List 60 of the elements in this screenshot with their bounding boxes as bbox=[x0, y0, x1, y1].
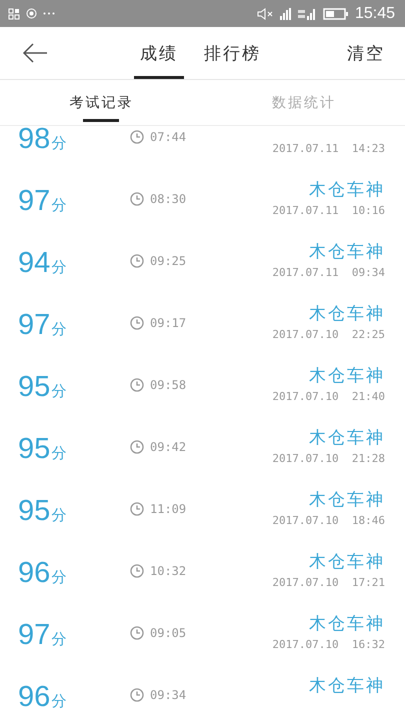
duration-text: 09:42 bbox=[150, 440, 186, 454]
score-text: 95分 bbox=[18, 494, 68, 528]
user-name: 木仓车神 bbox=[309, 489, 385, 511]
user-name: 木仓车神 bbox=[309, 427, 385, 449]
score-text: 96分 bbox=[18, 680, 68, 714]
user-name: 木仓车神 bbox=[309, 365, 385, 387]
date-text: 2017.07.10 21:28 bbox=[272, 452, 385, 466]
duration-text: 08:30 bbox=[150, 192, 186, 206]
signal-icon bbox=[296, 8, 317, 20]
duration-text: 10:32 bbox=[150, 564, 186, 578]
duration-text: 11:09 bbox=[150, 502, 186, 516]
score-text: 97分 bbox=[18, 618, 68, 652]
user-name: 木仓车神 bbox=[309, 179, 385, 201]
user-name: 木仓车神 bbox=[309, 613, 385, 635]
user-name: 木仓车神 bbox=[309, 675, 385, 697]
clock-time: 15:45 bbox=[354, 4, 395, 22]
clock-icon bbox=[130, 316, 144, 330]
duration-text: 07:44 bbox=[150, 130, 186, 144]
date-text: 2017.07.10 16:32 bbox=[272, 638, 385, 652]
user-name: 木仓车神 bbox=[309, 303, 385, 325]
date-text: 2017.07.11 14:23 bbox=[272, 142, 385, 156]
back-icon[interactable] bbox=[22, 43, 48, 63]
clock-icon bbox=[130, 130, 144, 144]
clock-icon bbox=[130, 254, 144, 268]
score-text: 94分 bbox=[18, 246, 68, 280]
score-text: 95分 bbox=[18, 432, 68, 466]
score-text: 97分 bbox=[18, 308, 68, 342]
clock-icon bbox=[130, 440, 144, 454]
record-icon bbox=[26, 8, 37, 19]
score-text: 98分 bbox=[18, 126, 68, 156]
date-text: 2017.07.10 22:25 bbox=[272, 328, 385, 342]
duration-text: 09:58 bbox=[150, 378, 186, 392]
duration-text: 09:34 bbox=[150, 688, 186, 702]
tab[interactable]: 排行榜 bbox=[198, 27, 267, 79]
clock-icon bbox=[130, 378, 144, 392]
duration-text: 09:25 bbox=[150, 254, 186, 268]
clear-button[interactable]: 清空 bbox=[347, 27, 405, 79]
date-text: 2017.07.11 10:16 bbox=[272, 204, 385, 218]
duration-text: 09:17 bbox=[150, 316, 186, 330]
clock-icon bbox=[130, 192, 144, 206]
score-text: 95分 bbox=[18, 370, 68, 404]
date-text: 2017.07.10 17:21 bbox=[272, 576, 385, 590]
tab[interactable]: 成绩 bbox=[134, 27, 184, 79]
score-text: 96分 bbox=[18, 556, 68, 590]
clock-icon bbox=[130, 564, 144, 578]
date-text: 2017.07.10 21:40 bbox=[272, 390, 385, 404]
date-text: 2017.07.10 18:46 bbox=[272, 514, 385, 528]
battery-icon bbox=[322, 8, 349, 20]
user-name: 木仓车神 bbox=[309, 551, 385, 573]
app-icon bbox=[8, 8, 20, 20]
mute-icon bbox=[256, 8, 273, 20]
date-text: 2017.07.11 09:34 bbox=[272, 266, 385, 280]
signal-icon bbox=[278, 8, 291, 20]
clock-icon bbox=[130, 688, 144, 702]
clock-icon bbox=[130, 502, 144, 516]
more-icon bbox=[43, 12, 55, 15]
duration-text: 09:05 bbox=[150, 626, 186, 640]
user-name: 木仓车神 bbox=[309, 241, 385, 263]
score-text: 97分 bbox=[18, 184, 68, 218]
clock-icon bbox=[130, 626, 144, 640]
